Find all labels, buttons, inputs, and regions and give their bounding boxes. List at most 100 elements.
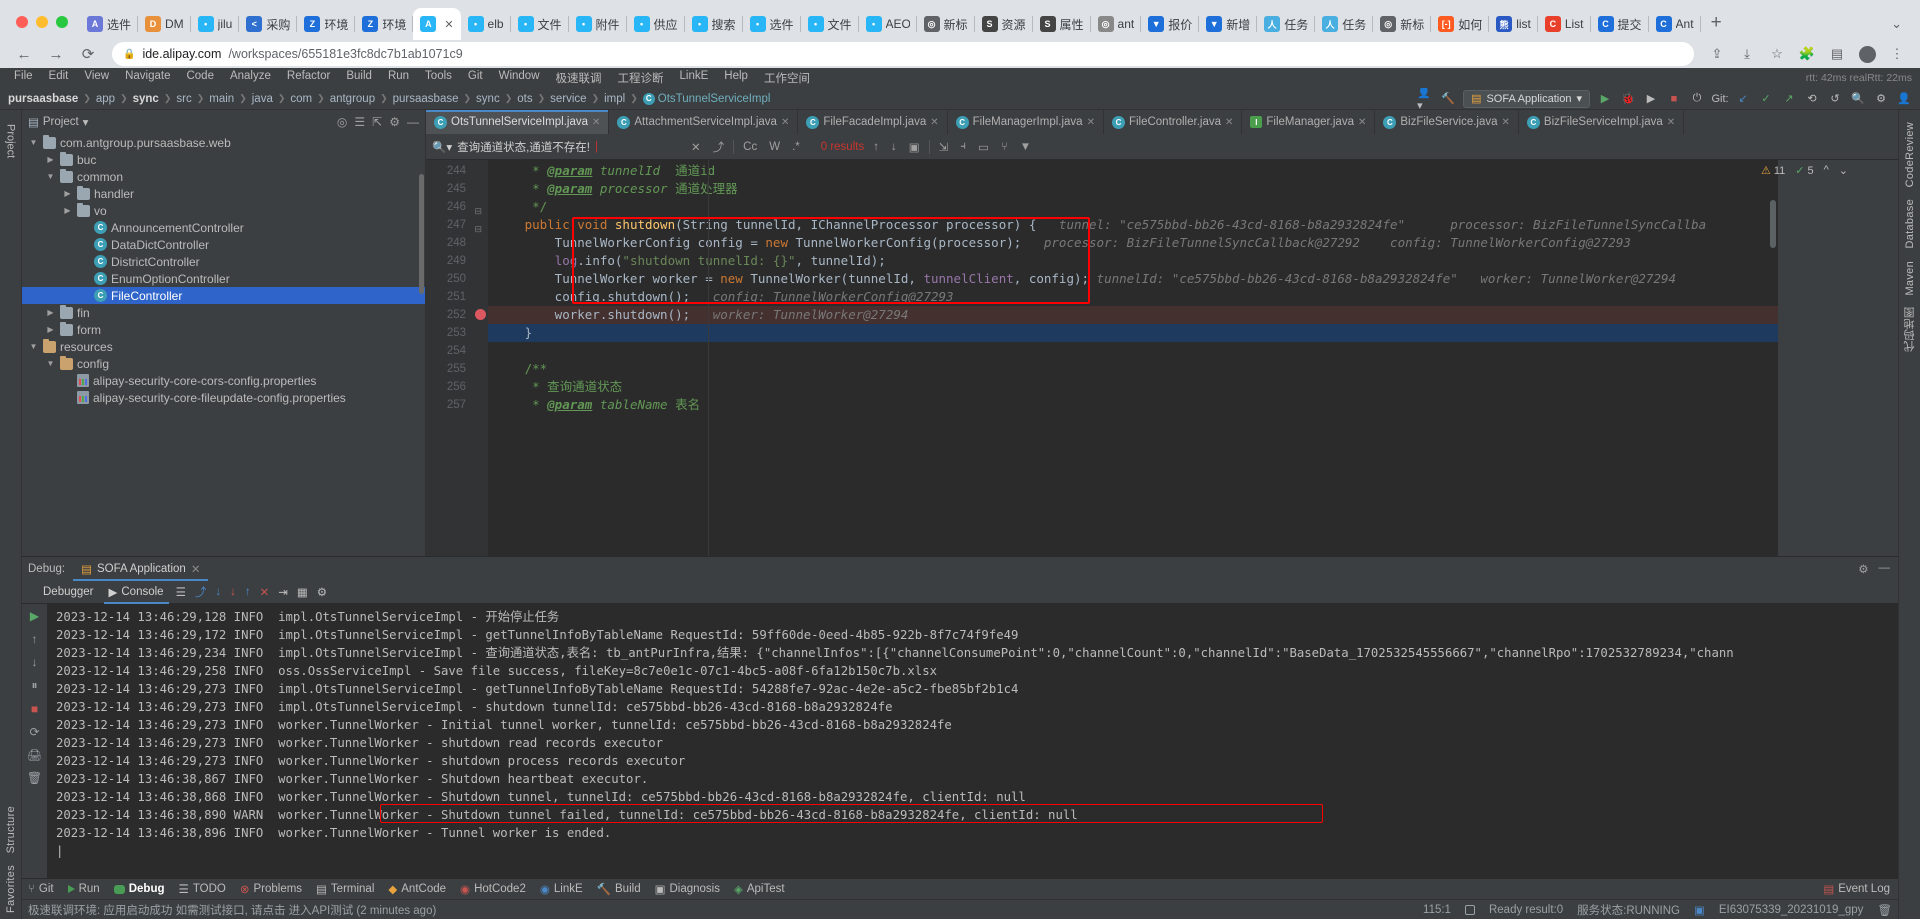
coverage-button[interactable]: ▶ [1643, 91, 1659, 107]
tree-node[interactable]: ▼ config [22, 355, 425, 372]
tree-expand-arrow[interactable]: ▼ [45, 359, 56, 368]
back-icon[interactable]: ← [10, 42, 38, 66]
browser-tab[interactable]: ◎ 新标 [1373, 8, 1432, 40]
status-strip-git[interactable]: ⑂ Git [28, 883, 54, 895]
breadcrumb-item[interactable]: antgroup [330, 93, 375, 105]
filter-funnel-icon[interactable]: ▼ [1017, 141, 1034, 153]
sidebar-item-structure[interactable]: Structure [5, 800, 17, 859]
find-prev-icon[interactable]: ↑ [870, 141, 882, 153]
close-tab-icon[interactable]: ✕ [1358, 117, 1366, 128]
browser-tab[interactable]: 人任务 [1257, 8, 1316, 40]
undo-icon[interactable]: ↺ [1827, 91, 1843, 107]
inspection-summary[interactable]: ⚠ 11 ✓ 5 ^ ⌄ [1761, 164, 1848, 177]
browser-tab[interactable]: • 附件 [569, 8, 627, 40]
code-line[interactable]: * @param tunnelId 通道id [488, 162, 1778, 180]
menu-item-file[interactable]: File [6, 70, 41, 86]
sidebar-item-project[interactable]: Project [5, 118, 17, 164]
run-configuration-selector[interactable]: ▤ SOFA Application ▾ [1463, 89, 1590, 108]
new-tab-button[interactable]: + [1701, 12, 1732, 40]
close-tab-icon[interactable]: ✕ [1667, 117, 1675, 128]
scroll-up-icon[interactable]: ↑ [32, 632, 38, 646]
project-title[interactable]: ▤ Project ▾ [28, 115, 88, 129]
tree-node[interactable]: ▶ form [22, 321, 425, 338]
forward-icon[interactable]: → [42, 42, 70, 66]
browser-tab[interactable]: C Ant [1649, 8, 1701, 40]
menu-item-工程诊断[interactable]: 工程诊断 [610, 70, 672, 86]
find-next-icon[interactable]: ↓ [888, 141, 900, 153]
soft-wrap-icon[interactable]: ☰ [176, 585, 186, 599]
user-icon[interactable]: 👤▾ [1417, 87, 1433, 112]
git-commit-icon[interactable]: ✓ [1758, 91, 1774, 107]
status-strip-terminal[interactable]: ▤ Terminal [316, 882, 374, 896]
tree-node[interactable]: ▼ com.antgroup.pursaasbase.web [22, 134, 425, 151]
tab-list-chevron-icon[interactable]: ⌄ [1891, 16, 1920, 40]
browser-tab[interactable]: D DM [138, 8, 191, 40]
debug-session-tab[interactable]: ▤ SOFA Application ✕ [73, 560, 209, 581]
editor-tab[interactable]: I FileManager.java ✕ [1242, 110, 1376, 134]
project-tree[interactable]: ▼ com.antgroup.pursaasbase.web ▶ buc ▼ common… [22, 134, 425, 556]
git-push-icon[interactable]: ↗ [1781, 91, 1797, 107]
browser-tab[interactable]: • 选件 [743, 8, 801, 40]
sidepanel-icon[interactable]: ▤ [1824, 42, 1850, 66]
tree-node[interactable]: ▶ fin [22, 304, 425, 321]
menu-item-analyze[interactable]: Analyze [222, 70, 279, 86]
status-strip-run[interactable]: Run [67, 883, 100, 895]
browser-tab[interactable]: [-] 如何 [1431, 8, 1490, 40]
browser-tab[interactable]: Z 环境 [355, 8, 414, 40]
breakpoint-icon[interactable] [475, 309, 486, 320]
code-line[interactable]: * @param tableName 表名 [488, 396, 1778, 414]
address-bar[interactable]: 🔒 ide.alipay.com/workspaces/655181e3fc8d… [112, 42, 1694, 66]
status-strip-hotcode2[interactable]: ◉ HotCode2 [460, 882, 526, 896]
tree-node[interactable]: alipay-security-core-fileupdate-config.p… [22, 389, 425, 406]
menu-item-极速联调[interactable]: 极速联调 [548, 70, 610, 86]
code-line[interactable]: * 查询通道状态 [488, 378, 1778, 396]
browser-tab[interactable]: ◎ ant [1091, 8, 1142, 40]
match-case-toggle[interactable]: Cc [740, 141, 760, 153]
tree-expand-arrow[interactable]: ▶ [45, 155, 56, 164]
pause-icon[interactable]: ⏸ [31, 678, 37, 693]
status-strip-antcode[interactable]: ◆ AntCode [388, 882, 446, 896]
code-line[interactable]: /** [488, 360, 1778, 378]
restore-layout-icon[interactable]: ⟳ [29, 725, 39, 739]
status-strip-todo[interactable]: ☰ TODO [179, 882, 226, 896]
open-in-find-window-icon[interactable]: ⇲ [936, 140, 952, 154]
tree-node[interactable]: C AnnouncementController [22, 219, 425, 236]
status-strip-linke[interactable]: ◉ LinkE [540, 882, 583, 896]
scroll-down-icon[interactable]: ↓ [32, 655, 38, 669]
words-toggle[interactable]: W [766, 141, 783, 153]
reload-icon[interactable]: ⟳ [74, 42, 102, 66]
close-tab-icon[interactable]: ✕ [1225, 117, 1233, 128]
status-strip-apitest[interactable]: ◈ ApiTest [734, 882, 785, 896]
close-icon[interactable]: ✕ [191, 562, 201, 576]
find-in-selection-icon[interactable]: ⫞ [957, 140, 969, 153]
editor-tab[interactable]: C FileFacadeImpl.java ✕ [798, 110, 948, 134]
browser-tab[interactable]: ▼ 新增 [1199, 8, 1258, 40]
menu-item-build[interactable]: Build [338, 70, 380, 86]
close-tab-icon[interactable]: ✕ [444, 18, 453, 31]
status-strip-diagnosis[interactable]: ▣ Diagnosis [655, 882, 720, 896]
profile-avatar[interactable] [1854, 42, 1880, 66]
tab-console[interactable]: ▶ Console [103, 585, 169, 604]
editor-tab[interactable]: C FileManagerImpl.java ✕ [948, 110, 1104, 134]
inspection-chevron-up-icon[interactable]: ^ [1824, 164, 1829, 177]
project-scrollbar[interactable] [419, 174, 424, 294]
tree-node[interactable]: C DataDictController [22, 236, 425, 253]
code-line[interactable]: log.info("shutdown tunnelId: {}", tunnel… [488, 252, 1778, 270]
browser-tab[interactable]: 人任务 [1315, 8, 1374, 40]
browser-menu-icon[interactable]: ⋮ [1884, 42, 1910, 66]
print-icon[interactable]: 🖨 [27, 748, 42, 762]
select-all-occurrences-icon[interactable]: ▣ [906, 140, 923, 154]
breadcrumb-item[interactable]: pursaasbase [8, 93, 78, 105]
stop-button[interactable]: ■ [1666, 91, 1682, 107]
sidebar-item-maven[interactable]: Maven [1904, 255, 1916, 302]
line-number-gutter[interactable]: 244 245 246 ⊟ 247 ⊟ 248 249 250 251 252 253 254 255 25… [426, 160, 488, 556]
code-line[interactable]: } [488, 324, 1778, 342]
inspection-chevron-down-icon[interactable]: ⌄ [1839, 164, 1848, 177]
hide-panel-icon[interactable]: — [407, 115, 419, 129]
editor-tab[interactable]: C OtsTunnelServiceImpl.java ✕ [426, 110, 610, 134]
code-line[interactable]: */ [488, 198, 1778, 216]
breadcrumb-item[interactable]: ots [517, 93, 532, 105]
close-window-button[interactable] [16, 16, 28, 28]
code-line[interactable]: config.shutdown(); config: TunnelWorkerC… [488, 288, 1778, 306]
browser-tab[interactable]: S 属性 [1033, 8, 1091, 40]
